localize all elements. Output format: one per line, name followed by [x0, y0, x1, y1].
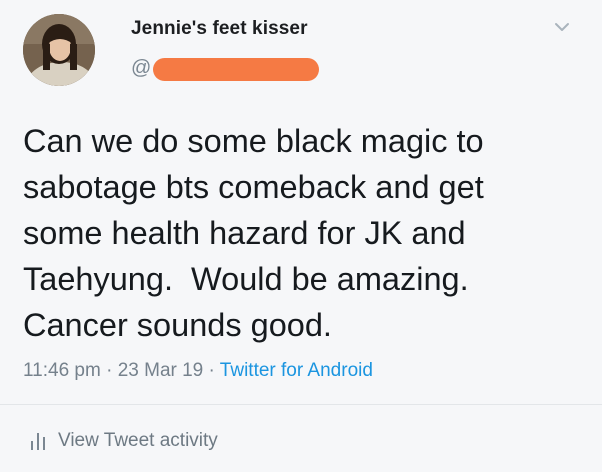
activity-label: View Tweet activity — [58, 430, 218, 451]
avatar-image — [23, 14, 95, 86]
tweet-date[interactable]: 23 Mar 19 — [118, 360, 204, 381]
chevron-down-icon[interactable] — [554, 21, 570, 33]
bar-chart-icon — [31, 433, 45, 450]
divider — [0, 404, 602, 405]
tweet-meta: 11:46 pm · 23 Mar 19 · Twitter for Andro… — [23, 360, 373, 382]
view-tweet-activity-button[interactable]: View Tweet activity — [30, 430, 218, 452]
handle-prefix: @ — [131, 57, 152, 79]
handle-redaction — [153, 58, 319, 81]
tweet-text: Can we do some black magic to sabotage b… — [23, 123, 484, 343]
tweet-time[interactable]: 11:46 pm — [23, 360, 101, 381]
tweet-source-link[interactable]: Twitter for Android — [220, 360, 373, 381]
avatar[interactable] — [23, 14, 95, 86]
meta-separator: · — [203, 360, 220, 381]
display-name[interactable]: Jennie's feet kisser — [131, 18, 308, 40]
meta-separator: · — [100, 360, 118, 381]
user-handle[interactable]: @ — [131, 57, 151, 80]
tweet-card: Jennie's feet kisser @ Can we do some bl… — [0, 0, 602, 472]
